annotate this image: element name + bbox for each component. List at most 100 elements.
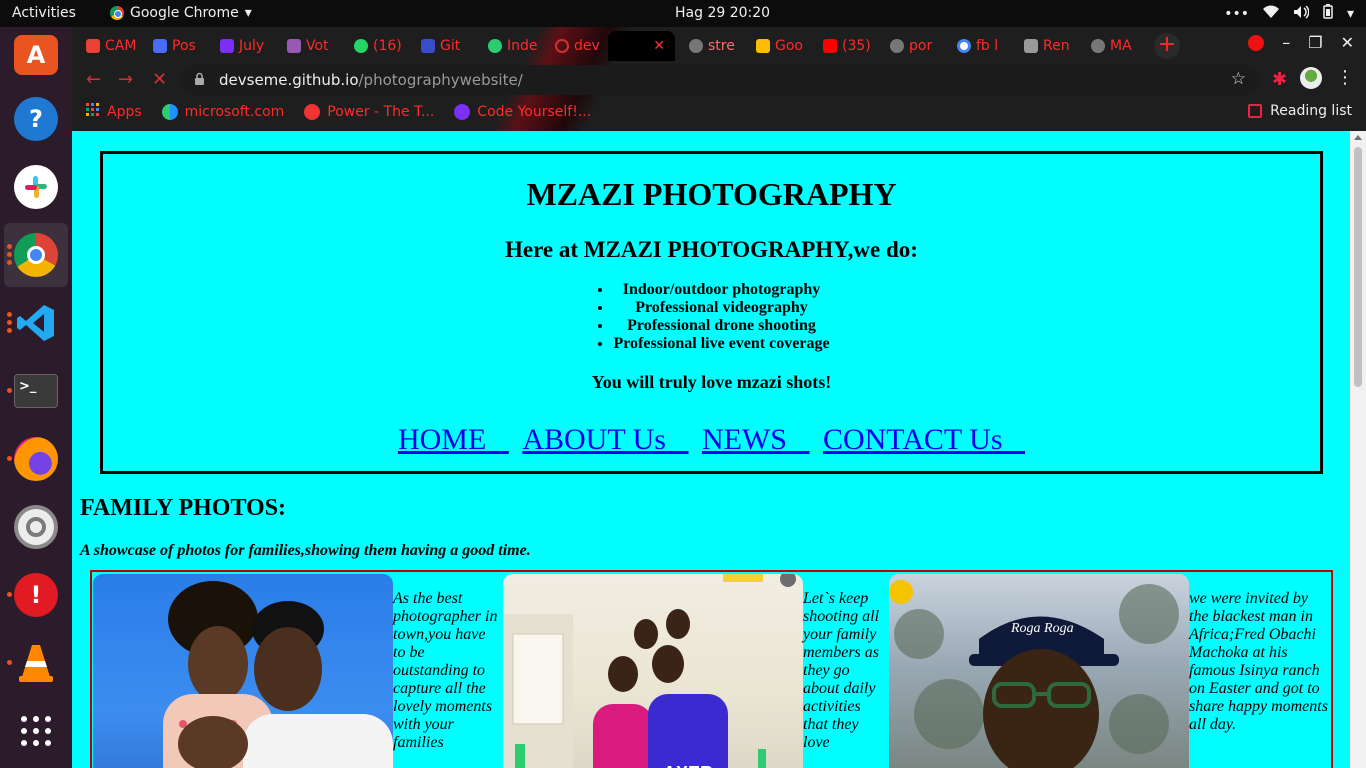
- page-subtitle: Here at MZAZI PHOTOGRAPHY,we do:: [505, 237, 918, 262]
- clock[interactable]: Hag 29 20:20: [675, 5, 770, 21]
- profile-avatar[interactable]: [1300, 67, 1322, 89]
- service-item: Professional drone shooting: [613, 317, 829, 335]
- tab[interactable]: por: [876, 31, 943, 61]
- record-icon[interactable]: [1248, 34, 1265, 51]
- tab[interactable]: Inde: [474, 31, 541, 61]
- system-menu[interactable]: ••• ▾: [1224, 4, 1354, 23]
- family-photo-couple: [93, 574, 393, 768]
- tab[interactable]: fb l: [943, 31, 1010, 61]
- close-icon[interactable]: ✕: [653, 38, 665, 54]
- nav-contact-link[interactable]: CONTACT Us: [823, 423, 1025, 456]
- whatsapp-icon: [354, 39, 368, 53]
- dock-slack[interactable]: [4, 155, 68, 219]
- lock-icon[interactable]: [194, 71, 205, 89]
- slack-icon: [14, 165, 58, 209]
- tab-active[interactable]: ✕: [608, 31, 675, 61]
- tab[interactable]: dev: [541, 31, 608, 61]
- tab-label: July: [239, 38, 265, 54]
- reading-list-button[interactable]: Reading list: [1248, 103, 1352, 119]
- wifi-icon: [1262, 5, 1279, 23]
- dock-vlc[interactable]: [4, 631, 68, 695]
- header-box: MZAZI PHOTOGRAPHY Here at MZAZI PHOTOGRA…: [100, 151, 1323, 474]
- address-bar[interactable]: devseme.github.io/photographywebsite/ ☆: [180, 65, 1260, 95]
- tab-label: dev: [574, 38, 600, 54]
- dock-terminal[interactable]: >_: [4, 359, 68, 423]
- bookmarks-bar: Apps microsoft.com Power - The T... Code…: [72, 97, 1366, 127]
- forward-button[interactable]: →: [118, 69, 133, 90]
- tab[interactable]: Git: [407, 31, 474, 61]
- globe-icon: [304, 104, 321, 120]
- bookmark-microsoft[interactable]: microsoft.com: [161, 104, 284, 120]
- nav-about-link[interactable]: ABOUT Us: [522, 423, 688, 456]
- tab-label: Goo: [775, 38, 803, 54]
- bookmark-power[interactable]: Power - The T...: [304, 104, 434, 120]
- vscode-icon: [14, 301, 58, 345]
- tab-label: CAM: [105, 38, 137, 54]
- dock-chrome[interactable]: [4, 223, 68, 287]
- nav-news-link[interactable]: NEWS: [702, 423, 810, 456]
- dock-help[interactable]: ?: [4, 87, 68, 151]
- new-tab-button[interactable]: +: [1154, 33, 1180, 59]
- globe-icon: [1091, 39, 1105, 53]
- maximize-button[interactable]: ❐: [1308, 33, 1322, 52]
- back-button[interactable]: ←: [86, 69, 101, 90]
- dock-ubuntu-software[interactable]: A: [4, 23, 68, 87]
- dock-settings[interactable]: [4, 495, 68, 559]
- service-item: Professional live event coverage: [613, 335, 829, 353]
- tab-label: MA: [1110, 38, 1132, 54]
- tab[interactable]: CAM: [72, 31, 139, 61]
- photo-caption: As the best photographer in town,you hav…: [393, 590, 498, 751]
- tab[interactable]: MA: [1077, 31, 1144, 61]
- web-page: MZAZI PHOTOGRAPHY Here at MZAZI PHOTOGRA…: [72, 131, 1350, 768]
- nav-home-link[interactable]: HOME: [398, 423, 509, 456]
- close-window-button[interactable]: ✕: [1341, 33, 1354, 52]
- tab[interactable]: stre: [675, 31, 742, 61]
- running-dot: [7, 252, 12, 257]
- dock-error-reporter[interactable]: !: [4, 563, 68, 627]
- tab[interactable]: July: [206, 31, 273, 61]
- app-menu[interactable]: Google Chrome ▾: [110, 5, 252, 21]
- tab-label: Inde: [507, 38, 538, 54]
- dock-show-apps[interactable]: [4, 699, 68, 763]
- tab[interactable]: Pos: [139, 31, 206, 61]
- running-dot: [7, 592, 12, 597]
- services-list: Indoor/outdoor photography Professional …: [593, 281, 829, 353]
- page-scrollbar[interactable]: [1350, 131, 1366, 768]
- tab[interactable]: Ren: [1010, 31, 1077, 61]
- tagline: You will truly love mzazi shots!: [591, 372, 832, 392]
- svg-text:AXER: AXER: [663, 763, 713, 768]
- more-icon[interactable]: •••: [1224, 6, 1249, 22]
- minimize-button[interactable]: –: [1282, 33, 1290, 52]
- chevron-down-icon: ▾: [244, 5, 252, 21]
- stop-loading-button[interactable]: ✕: [152, 69, 167, 90]
- chrome-icon: [110, 6, 124, 20]
- globe-icon: [890, 39, 904, 53]
- tab[interactable]: Vot: [273, 31, 340, 61]
- dock-firefox[interactable]: [4, 427, 68, 491]
- scrollbar-thumb[interactable]: [1354, 147, 1362, 387]
- running-dot: [7, 328, 12, 333]
- section-title: FAMILY PHOTOS:: [80, 495, 287, 521]
- tab[interactable]: (35): [809, 31, 876, 61]
- edge-icon: [161, 104, 178, 120]
- reading-list-icon: [1248, 104, 1263, 118]
- svg-text:Roga Roga: Roga Roga: [1010, 621, 1074, 636]
- youtube-icon: [823, 39, 837, 53]
- firefox-icon: [14, 437, 58, 481]
- bookmark-apps[interactable]: Apps: [86, 103, 142, 121]
- tab[interactable]: Goo: [742, 31, 809, 61]
- extensions-icon[interactable]: ✱: [1272, 69, 1287, 90]
- scroll-up-arrow-icon[interactable]: [1354, 135, 1362, 140]
- activities-button[interactable]: Activities: [12, 5, 76, 21]
- dock-vscode[interactable]: [4, 291, 68, 355]
- tab[interactable]: (16): [340, 31, 407, 61]
- bookmark-code-yourself[interactable]: Code Yourself!...: [454, 104, 591, 120]
- tab-label: Git: [440, 38, 461, 54]
- globe-icon: [689, 39, 703, 53]
- kebab-menu-icon[interactable]: ⋮: [1336, 67, 1354, 88]
- gmail-icon: [86, 39, 100, 53]
- vlc-icon: [14, 641, 58, 685]
- top-bar: Activities Google Chrome ▾ Hag 29 20:20 …: [0, 0, 1366, 27]
- url-path: /photographywebsite/: [358, 71, 523, 89]
- bookmark-star-icon[interactable]: ☆: [1231, 69, 1246, 89]
